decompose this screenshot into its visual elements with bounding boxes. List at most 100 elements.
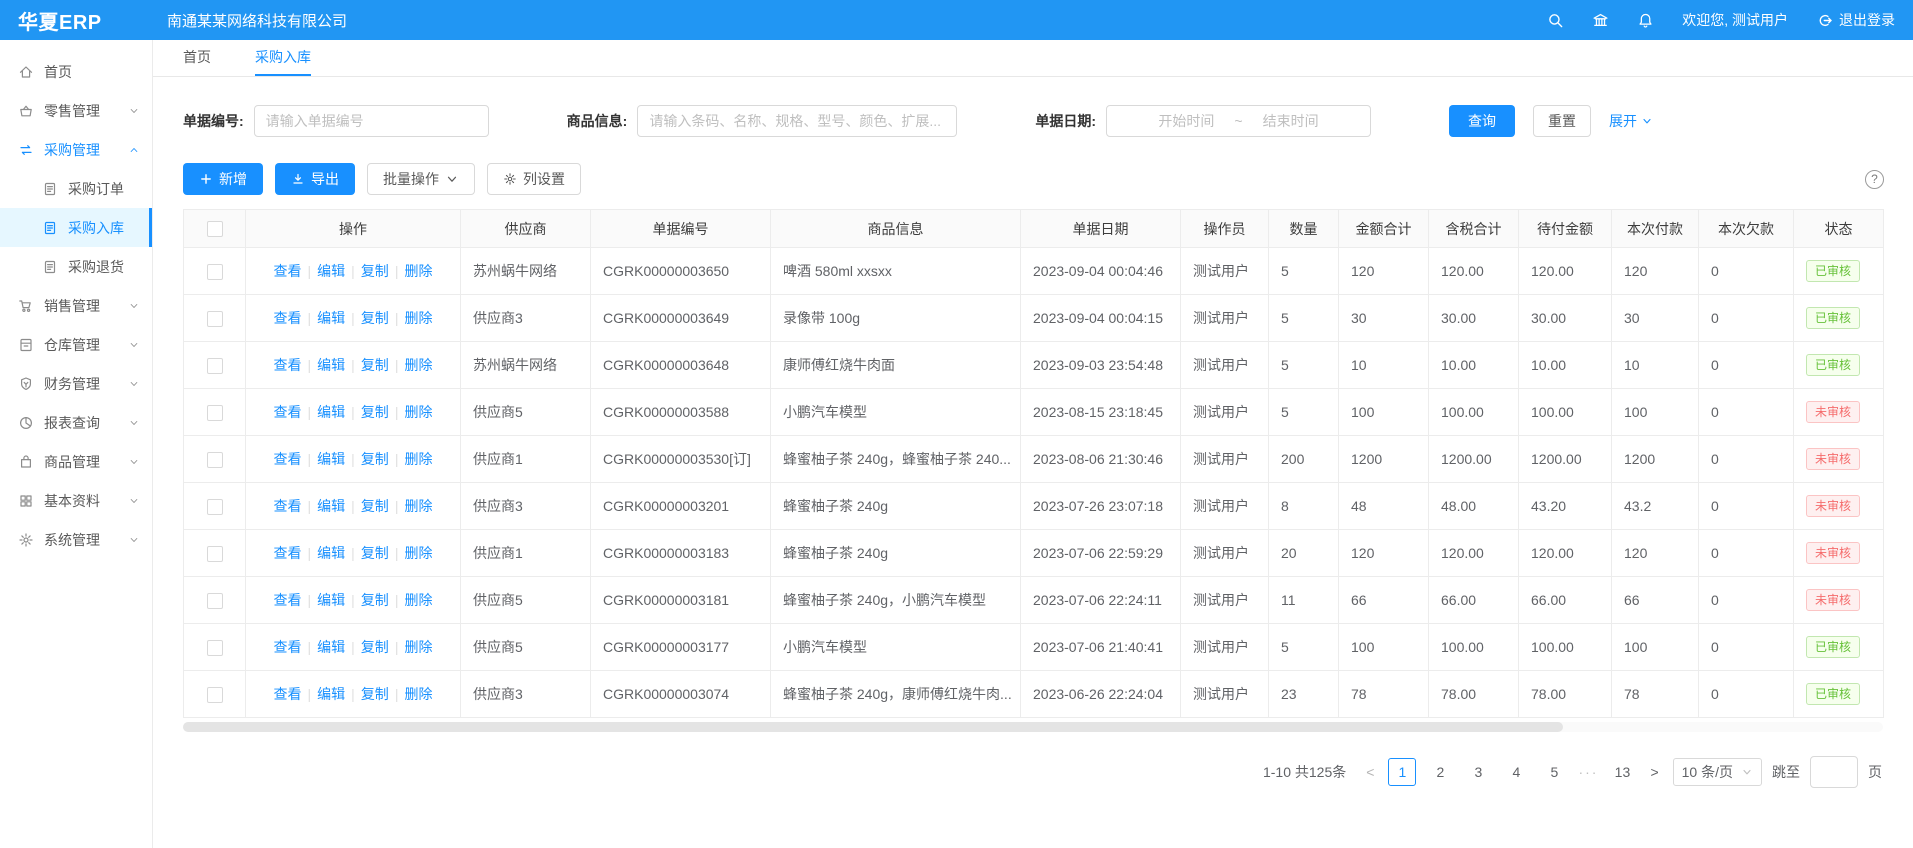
sidebar-item-archive[interactable]: 仓库管理 [0, 325, 152, 364]
page-button-1[interactable]: 1 [1388, 758, 1416, 786]
view-link[interactable]: 查看 [274, 404, 302, 420]
row-checkbox[interactable] [207, 358, 223, 374]
delete-link[interactable]: 删除 [404, 263, 432, 279]
select-all-checkbox[interactable] [207, 221, 223, 237]
page-button-4[interactable]: 4 [1502, 758, 1530, 786]
column-header[interactable]: 含税合计 [1429, 210, 1519, 248]
column-header[interactable]: 商品信息 [771, 210, 1021, 248]
sidebar-item-bag[interactable]: 商品管理 [0, 442, 152, 481]
page-button-13[interactable]: 13 [1608, 758, 1636, 786]
sidebar-item-money[interactable]: 财务管理 [0, 364, 152, 403]
edit-link[interactable]: 编辑 [317, 686, 345, 702]
sidebar-item-gear[interactable]: 系统管理 [0, 520, 152, 559]
column-header[interactable]: 数量 [1269, 210, 1339, 248]
row-checkbox[interactable] [207, 687, 223, 703]
row-checkbox[interactable] [207, 311, 223, 327]
sidebar-item-doc-sub[interactable]: 采购退货 [0, 247, 152, 286]
next-page-button[interactable]: > [1646, 764, 1662, 780]
row-checkbox[interactable] [207, 593, 223, 609]
column-header[interactable]: 单据日期 [1021, 210, 1181, 248]
edit-link[interactable]: 编辑 [317, 498, 345, 514]
horizontal-scrollbar[interactable] [183, 722, 1883, 732]
column-header[interactable]: 待付金额 [1519, 210, 1612, 248]
search-button[interactable]: 查询 [1449, 105, 1515, 137]
page-button-2[interactable]: 2 [1426, 758, 1454, 786]
date-range-picker[interactable]: 开始时间 ~ 结束时间 [1106, 105, 1371, 137]
edit-link[interactable]: 编辑 [317, 310, 345, 326]
delete-link[interactable]: 删除 [404, 310, 432, 326]
copy-link[interactable]: 复制 [361, 357, 389, 373]
prev-page-button[interactable]: < [1362, 764, 1378, 780]
product-info-input[interactable] [637, 105, 957, 137]
column-header[interactable]: 操作 [246, 210, 461, 248]
page-button-5[interactable]: 5 [1540, 758, 1568, 786]
jump-page-input[interactable] [1810, 756, 1858, 788]
copy-link[interactable]: 复制 [361, 545, 389, 561]
delete-link[interactable]: 删除 [404, 639, 432, 655]
edit-link[interactable]: 编辑 [317, 404, 345, 420]
view-link[interactable]: 查看 [274, 451, 302, 467]
pager-ellipsis[interactable]: ··· [1578, 764, 1598, 780]
view-link[interactable]: 查看 [274, 545, 302, 561]
column-settings-button[interactable]: 列设置 [487, 163, 581, 195]
copy-link[interactable]: 复制 [361, 498, 389, 514]
column-header[interactable]: 状态 [1794, 210, 1884, 248]
copy-link[interactable]: 复制 [361, 639, 389, 655]
delete-link[interactable]: 删除 [404, 545, 432, 561]
sidebar-item-cart[interactable]: 销售管理 [0, 286, 152, 325]
view-link[interactable]: 查看 [274, 686, 302, 702]
view-link[interactable]: 查看 [274, 357, 302, 373]
search-icon[interactable] [1547, 12, 1564, 29]
edit-link[interactable]: 编辑 [317, 639, 345, 655]
delete-link[interactable]: 删除 [404, 404, 432, 420]
reset-button[interactable]: 重置 [1533, 105, 1591, 137]
sidebar-item-home[interactable]: 首页 [0, 52, 152, 91]
tab-home[interactable]: 首页 [183, 40, 211, 76]
view-link[interactable]: 查看 [274, 639, 302, 655]
sidebar-item-basket[interactable]: 零售管理 [0, 91, 152, 130]
view-link[interactable]: 查看 [274, 263, 302, 279]
sidebar-item-grid[interactable]: 基本资料 [0, 481, 152, 520]
row-checkbox[interactable] [207, 499, 223, 515]
row-checkbox[interactable] [207, 452, 223, 468]
row-checkbox[interactable] [207, 546, 223, 562]
delete-link[interactable]: 删除 [404, 498, 432, 514]
delete-link[interactable]: 删除 [404, 451, 432, 467]
sidebar-item-doc-sub[interactable]: 采购入库 [0, 208, 152, 247]
tab-purchase-in[interactable]: 采购入库 [255, 40, 311, 76]
delete-link[interactable]: 删除 [404, 592, 432, 608]
delete-link[interactable]: 删除 [404, 357, 432, 373]
copy-link[interactable]: 复制 [361, 686, 389, 702]
view-link[interactable]: 查看 [274, 498, 302, 514]
edit-link[interactable]: 编辑 [317, 545, 345, 561]
batch-actions-button[interactable]: 批量操作 [367, 163, 475, 195]
copy-link[interactable]: 复制 [361, 263, 389, 279]
logout-button[interactable]: 退出登录 [1816, 10, 1895, 30]
edit-link[interactable]: 编辑 [317, 592, 345, 608]
sidebar-item-sync[interactable]: 采购管理 [0, 130, 152, 169]
row-checkbox[interactable] [207, 264, 223, 280]
bank-icon[interactable] [1592, 12, 1609, 29]
edit-link[interactable]: 编辑 [317, 263, 345, 279]
add-button[interactable]: 新增 [183, 163, 263, 195]
export-button[interactable]: 导出 [275, 163, 355, 195]
page-size-select[interactable]: 10 条/页 [1673, 758, 1762, 786]
copy-link[interactable]: 复制 [361, 404, 389, 420]
expand-link[interactable]: 展开 [1609, 111, 1653, 131]
row-checkbox[interactable] [207, 640, 223, 656]
page-button-3[interactable]: 3 [1464, 758, 1492, 786]
bill-no-input[interactable] [254, 105, 489, 137]
view-link[interactable]: 查看 [274, 310, 302, 326]
copy-link[interactable]: 复制 [361, 451, 389, 467]
delete-link[interactable]: 删除 [404, 686, 432, 702]
row-checkbox[interactable] [207, 405, 223, 421]
column-header[interactable]: 供应商 [461, 210, 591, 248]
column-header[interactable]: 本次欠款 [1699, 210, 1794, 248]
column-header[interactable]: 操作员 [1181, 210, 1269, 248]
sidebar-item-doc-sub[interactable]: 采购订单 [0, 169, 152, 208]
copy-link[interactable]: 复制 [361, 310, 389, 326]
copy-link[interactable]: 复制 [361, 592, 389, 608]
bell-icon[interactable] [1637, 12, 1654, 29]
column-header[interactable]: 单据编号 [591, 210, 771, 248]
help-icon[interactable]: ? [1865, 170, 1884, 189]
